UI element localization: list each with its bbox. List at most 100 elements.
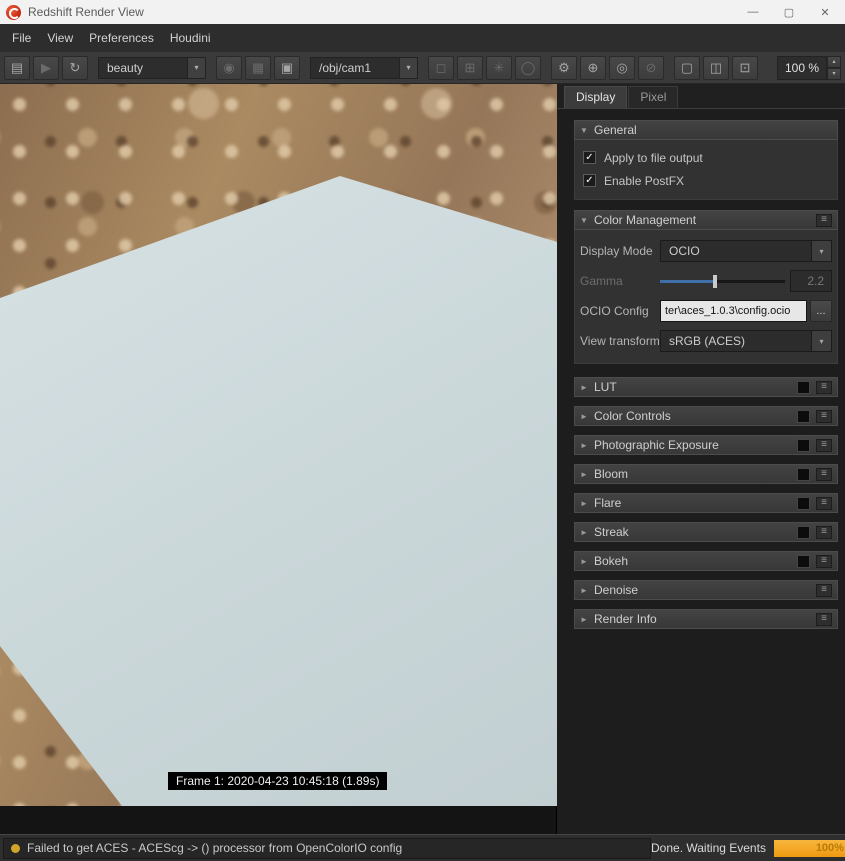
maximize-button[interactable]: ▢ <box>771 1 807 23</box>
section-enable-checkbox[interactable] <box>797 554 810 568</box>
section-render-info-header[interactable]: ► Render Info ≡ <box>574 609 838 629</box>
snapshot-button[interactable]: ▤ <box>4 55 30 80</box>
section-enable-checkbox[interactable] <box>797 380 810 394</box>
region-render-button[interactable]: ▣ <box>274 55 300 80</box>
rgba-icon: ◉ <box>223 59 235 75</box>
section-menu-icon[interactable]: ≡ <box>816 438 832 452</box>
spin-down-icon[interactable]: ▾ <box>827 67 841 80</box>
tab-display[interactable]: Display <box>564 86 628 108</box>
zoom-value[interactable]: 100 % <box>776 55 827 80</box>
gamma-value[interactable]: 2.2 <box>790 270 832 292</box>
slider-handle[interactable] <box>712 275 717 288</box>
pick-focus-button[interactable]: ◎ <box>609 55 635 80</box>
target-icon: ⊕ <box>587 59 599 75</box>
section-menu-icon[interactable]: ≡ <box>816 213 832 227</box>
section-label: General <box>594 123 637 137</box>
chevron-down-icon[interactable]: ▾ <box>811 241 831 261</box>
section-enable-checkbox[interactable] <box>797 467 810 481</box>
square-icon: ◻ <box>435 59 447 75</box>
section-menu-icon[interactable]: ≡ <box>816 380 832 394</box>
copy-button[interactable]: ⊡ <box>732 55 758 80</box>
rgba-channels-button[interactable]: ◉ <box>216 55 242 80</box>
minimize-button[interactable]: — <box>735 1 771 23</box>
panels-button[interactable]: ◫ <box>703 55 729 80</box>
single-view-button[interactable]: ◻ <box>428 55 454 80</box>
restart-render-button[interactable]: ↻ <box>62 55 88 80</box>
apply-to-file-output-checkbox[interactable]: ✓ <box>583 151 596 164</box>
camera-select-value: /obj/cam1 <box>319 60 372 75</box>
camera-select[interactable]: /obj/cam1 ▾ <box>310 56 418 79</box>
menu-file[interactable]: File <box>4 27 39 49</box>
section-bokeh-header[interactable]: ► Bokeh ≡ <box>574 551 838 571</box>
close-button[interactable]: ✕ <box>807 1 843 23</box>
section-bloom-header[interactable]: ► Bloom ≡ <box>574 464 838 484</box>
checker-background-button[interactable]: ▦ <box>245 55 271 80</box>
menu-preferences[interactable]: Preferences <box>81 27 162 49</box>
display-mode-select[interactable]: OCIO ▾ <box>660 240 832 262</box>
viewport-column: Frame 1: 2020-04-23 10:45:18 (1.89s) <box>0 84 557 834</box>
chevron-closed-icon: ► <box>580 469 588 479</box>
target-button[interactable]: ⊕ <box>580 55 606 80</box>
section-menu-icon[interactable]: ≡ <box>816 554 832 568</box>
section-menu-icon[interactable]: ≡ <box>816 409 832 423</box>
options-button[interactable]: ⚙ <box>551 55 577 80</box>
panel-body: ▼ General ✓ Apply to file output ✓ Enabl… <box>557 109 845 834</box>
browse-button[interactable]: ... <box>810 300 832 322</box>
magnifier-button[interactable]: ◯ <box>515 55 541 80</box>
section-menu-icon[interactable]: ≡ <box>816 467 832 481</box>
ocio-config-input[interactable]: ter\aces_1.0.3\config.ocio <box>660 300 807 322</box>
enable-postfx-checkbox[interactable]: ✓ <box>583 174 596 187</box>
section-enable-checkbox[interactable] <box>797 496 810 510</box>
section-denoise-header[interactable]: ► Denoise ≡ <box>574 580 838 600</box>
chevron-down-icon[interactable]: ▾ <box>187 57 205 78</box>
ocio-config-label: OCIO Config <box>580 304 649 318</box>
window-controls: — ▢ ✕ <box>735 1 843 23</box>
compare-button[interactable]: ⊘ <box>638 55 664 80</box>
spin-up-icon[interactable]: ▴ <box>827 55 841 68</box>
section-menu-icon[interactable]: ≡ <box>816 583 832 597</box>
view-transform-label: View transform <box>580 334 660 348</box>
render-button[interactable]: ▶ <box>33 55 59 80</box>
section-flare-header[interactable]: ► Flare ≡ <box>574 493 838 513</box>
layers-button[interactable]: ▢ <box>674 55 700 80</box>
section-menu-icon[interactable]: ≡ <box>816 525 832 539</box>
checkbox-label: Enable PostFX <box>604 173 685 188</box>
section-color-management-header[interactable]: ▼ Color Management ≡ <box>574 210 838 230</box>
tab-pixel[interactable]: Pixel <box>628 86 679 108</box>
section-streak-header[interactable]: ► Streak ≡ <box>574 522 838 542</box>
main-area: Frame 1: 2020-04-23 10:45:18 (1.89s) Dis… <box>0 84 845 834</box>
render-viewport[interactable]: Frame 1: 2020-04-23 10:45:18 (1.89s) <box>0 84 557 806</box>
chevron-closed-icon: ► <box>580 527 588 537</box>
highlight-button[interactable]: ✳ <box>486 55 512 80</box>
view-transform-row: View transform sRGB (ACES) ▾ <box>580 326 832 356</box>
menu-houdini[interactable]: Houdini <box>162 27 219 49</box>
status-message: Failed to get ACES - ACEScg -> () proces… <box>27 841 403 855</box>
checker-icon: ▦ <box>251 59 265 75</box>
gamma-slider[interactable] <box>660 270 785 292</box>
section-general-header[interactable]: ▼ General <box>574 120 838 140</box>
section-label: Color Management <box>594 213 697 227</box>
section-enable-checkbox[interactable] <box>797 409 810 423</box>
tiled-view-button[interactable]: ⊞ <box>457 55 483 80</box>
zoom-control: 100 % ▴ ▾ <box>776 55 841 80</box>
menu-view[interactable]: View <box>39 27 81 49</box>
section-photographic-exposure-header[interactable]: ► Photographic Exposure ≡ <box>574 435 838 455</box>
view-transform-select[interactable]: sRGB (ACES) ▾ <box>660 330 832 352</box>
section-enable-checkbox[interactable] <box>797 525 810 539</box>
ocio-config-row: OCIO Config ter\aces_1.0.3\config.ocio .… <box>580 296 832 326</box>
gamma-row: Gamma 2.2 <box>580 266 832 296</box>
chevron-down-icon[interactable]: ▾ <box>811 331 831 351</box>
section-enable-checkbox[interactable] <box>797 438 810 452</box>
redshift-logo-icon <box>6 4 21 20</box>
gamma-label: Gamma <box>580 274 623 288</box>
section-lut-header[interactable]: ► LUT ≡ <box>574 377 838 397</box>
section-color-management-body: Display Mode OCIO ▾ Gamma 2.2 OCIO Confi… <box>574 230 838 364</box>
refresh-icon: ↻ <box>69 59 81 75</box>
section-menu-icon[interactable]: ≡ <box>816 612 832 626</box>
viewport-bottom-gap <box>0 806 556 834</box>
section-color-controls-header[interactable]: ► Color Controls ≡ <box>574 406 838 426</box>
section-menu-icon[interactable]: ≡ <box>816 496 832 510</box>
chevron-down-icon[interactable]: ▾ <box>399 57 417 78</box>
title-bar: Redshift Render View — ▢ ✕ <box>0 0 845 24</box>
aov-select[interactable]: beauty ▾ <box>98 56 206 79</box>
